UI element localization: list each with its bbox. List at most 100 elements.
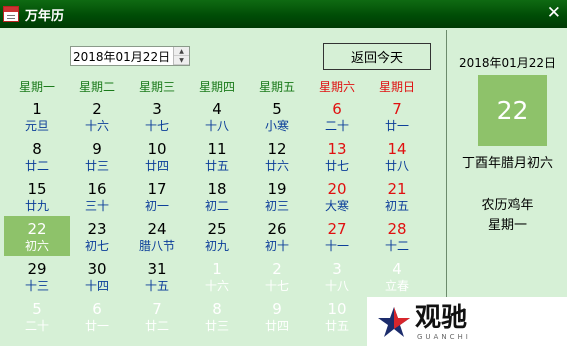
day-cell[interactable]: 8 廿二	[4, 136, 70, 176]
day-cell[interactable]: 30 十四	[64, 256, 130, 296]
spin-up-button[interactable]: ▲	[174, 47, 189, 56]
day-cell[interactable]: 31 十五	[124, 256, 190, 296]
lunar-day: 初二	[204, 199, 229, 213]
day-cell[interactable]: 1 十六	[184, 256, 250, 296]
close-button[interactable]: ✕	[547, 2, 561, 24]
day-number: 26	[267, 220, 287, 238]
day-number: 10	[327, 300, 347, 318]
day-cell[interactable]: 10 廿五	[304, 296, 370, 336]
lunar-day: 十六	[84, 119, 109, 133]
day-cell[interactable]: 3 十八	[304, 256, 370, 296]
day-cell[interactable]: 8 廿三	[184, 296, 250, 336]
lunar-day: 元旦	[24, 119, 49, 133]
lunar-day: 二十	[324, 119, 349, 133]
lunar-day: 廿七	[324, 159, 349, 173]
day-number: 21	[387, 180, 407, 198]
close-icon: ✕	[546, 3, 561, 23]
day-cell[interactable]: 23 初七	[64, 216, 130, 256]
selected-day-box: 22	[478, 75, 547, 146]
lunar-day: 初一	[144, 199, 169, 213]
day-cell[interactable]: 25 初九	[184, 216, 250, 256]
lunar-day: 十二	[384, 239, 409, 253]
day-cell[interactable]: 13 廿七	[304, 136, 370, 176]
date-picker[interactable]: 2018年01月22日 ▲ ▼	[70, 46, 190, 66]
day-cell[interactable]: 6 廿一	[64, 296, 130, 336]
day-cell[interactable]: 26 初十	[244, 216, 310, 256]
lunar-day: 十一	[324, 239, 349, 253]
day-cell[interactable]: 14 廿八	[364, 136, 430, 176]
day-cell[interactable]: 4 立春	[364, 256, 430, 296]
lunar-day: 二十	[24, 319, 49, 333]
day-cell[interactable]: 29 十三	[4, 256, 70, 296]
weekday-label: 星期一	[18, 80, 55, 94]
day-number: 9	[92, 140, 102, 158]
day-number: 14	[387, 140, 407, 158]
lunar-day: 小寒	[264, 119, 289, 133]
day-number: 29	[27, 260, 47, 278]
lunar-day: 初六	[24, 239, 49, 253]
title-bar: 万年历 ✕	[0, 0, 567, 28]
spin-down-button[interactable]: ▼	[174, 56, 189, 65]
day-number: 18	[207, 180, 227, 198]
lunar-day: 廿一	[84, 319, 109, 333]
day-cell[interactable]: 27 十一	[304, 216, 370, 256]
day-cell[interactable]: 4 十八	[184, 96, 250, 136]
day-number: 8	[212, 300, 222, 318]
day-number: 17	[147, 180, 167, 198]
lunar-day: 十五	[144, 279, 169, 293]
day-cell[interactable]: 17 初一	[124, 176, 190, 216]
day-number: 15	[27, 180, 47, 198]
day-cell[interactable]: 21 初五	[364, 176, 430, 216]
day-cell[interactable]: 24 腊八节	[124, 216, 190, 256]
day-number: 22	[27, 220, 47, 238]
day-cell[interactable]: 7 廿一	[364, 96, 430, 136]
day-number: 24	[147, 220, 167, 238]
day-cell[interactable]: 7 廿二	[124, 296, 190, 336]
day-cell-selected[interactable]: 22 初六	[4, 216, 70, 256]
day-cell[interactable]: 2 十七	[244, 256, 310, 296]
lunar-day: 十三	[24, 279, 49, 293]
day-cell[interactable]: 9 廿四	[244, 296, 310, 336]
day-cell[interactable]: 10 廿四	[124, 136, 190, 176]
date-picker-value[interactable]: 2018年01月22日	[71, 48, 173, 65]
lunar-day: 廿四	[144, 159, 169, 173]
day-cell[interactable]: 6 二十	[304, 96, 370, 136]
day-cell[interactable]: 3 十七	[124, 96, 190, 136]
day-cell[interactable]: 15 廿九	[4, 176, 70, 216]
weekday-label: 星期二	[78, 80, 115, 94]
day-number: 6	[92, 300, 102, 318]
day-number: 20	[327, 180, 347, 198]
day-number: 11	[207, 140, 227, 158]
lunar-day: 廿六	[264, 159, 289, 173]
lunar-day: 三十	[84, 199, 109, 213]
day-cell[interactable]: 1 元旦	[4, 96, 70, 136]
day-cell[interactable]: 2 十六	[64, 96, 130, 136]
weekday-label: 星期日	[378, 80, 415, 94]
weekday-label: 星期五	[258, 80, 295, 94]
back-to-today-button[interactable]: 返回今天	[323, 43, 431, 70]
day-cell[interactable]: 5 小寒	[244, 96, 310, 136]
day-cell[interactable]: 20 大寒	[304, 176, 370, 216]
day-cell[interactable]: 19 初三	[244, 176, 310, 216]
lunar-day: 十八	[204, 119, 229, 133]
day-cell[interactable]: 9 廿三	[64, 136, 130, 176]
day-cell[interactable]: 28 十二	[364, 216, 430, 256]
day-cell[interactable]: 18 初二	[184, 176, 250, 216]
day-number: 6	[332, 100, 342, 118]
day-cell[interactable]: 16 三十	[64, 176, 130, 216]
watermark-brand-en: GUANCHI	[417, 332, 471, 341]
day-number: 3	[152, 100, 162, 118]
spin-arrows-icon[interactable]: ▲ ▼	[173, 47, 189, 65]
day-cell[interactable]: 11 廿五	[184, 136, 250, 176]
lunar-day: 十六	[204, 279, 229, 293]
day-cell[interactable]: 12 廿六	[244, 136, 310, 176]
day-number: 7	[392, 100, 402, 118]
zodiac-year: 农历鸡年	[481, 198, 534, 213]
weekday-label: 星期三	[138, 80, 175, 94]
lunar-day: 廿四	[264, 319, 289, 333]
day-number: 2	[92, 100, 102, 118]
day-number: 1	[32, 100, 42, 118]
star-logo-icon	[378, 307, 410, 337]
watermark: 观驰 GUANCHI	[367, 297, 567, 346]
day-cell[interactable]: 5 二十	[4, 296, 70, 336]
